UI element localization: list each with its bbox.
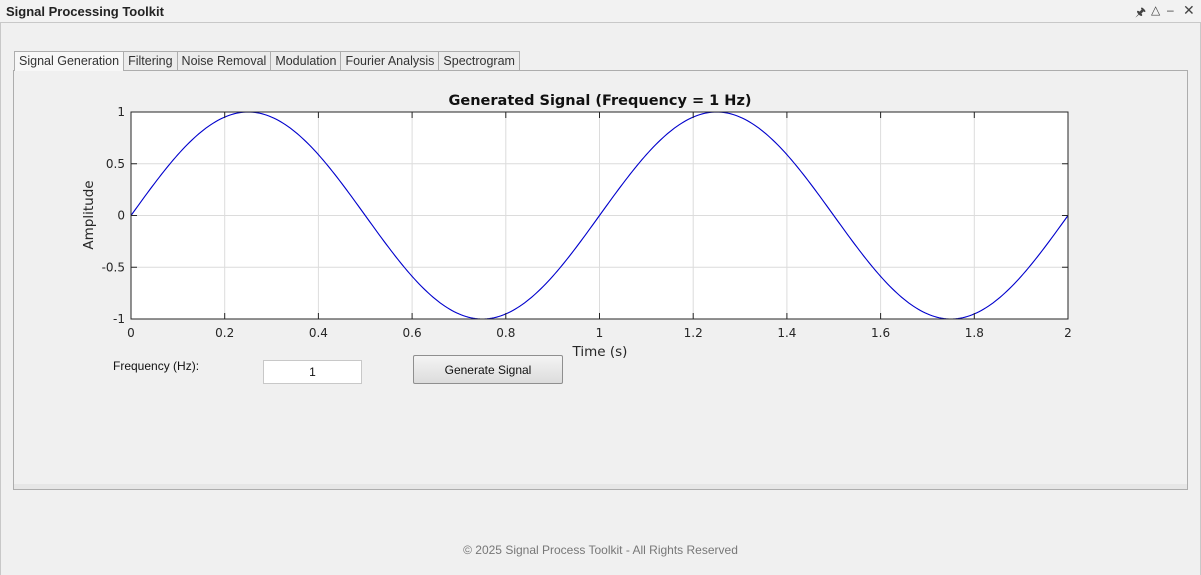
tab-bar: Signal Generation Filtering Noise Remova… — [14, 51, 520, 71]
window-title: Signal Processing Toolkit — [6, 4, 164, 19]
close-icon[interactable]: ✕ — [1183, 2, 1195, 19]
tab-filtering[interactable]: Filtering — [123, 51, 178, 70]
tab-modulation[interactable]: Modulation — [270, 51, 342, 70]
frequency-input[interactable] — [263, 360, 362, 384]
pin-icon[interactable]: 🖈 — [1135, 3, 1146, 24]
generate-signal-button[interactable]: Generate Signal — [413, 355, 563, 384]
tab-spectrogram[interactable]: Spectrogram — [438, 51, 520, 70]
tab-fourier-analysis[interactable]: Fourier Analysis — [340, 51, 440, 70]
minimize-icon[interactable]: – — [1167, 3, 1174, 17]
footer-copyright: © 2025 Signal Process Toolkit - All Righ… — [463, 543, 738, 557]
tab-panel — [13, 70, 1188, 490]
tab-signal-generation[interactable]: Signal Generation — [14, 51, 125, 71]
tab-noise-removal[interactable]: Noise Removal — [176, 51, 272, 70]
panel-footer-strip — [14, 484, 1187, 489]
undock-icon[interactable]: △ — [1151, 3, 1160, 17]
title-bar: Signal Processing Toolkit 🖈 △ – ✕ — [0, 0, 1201, 23]
frequency-label: Frequency (Hz): — [113, 359, 200, 373]
